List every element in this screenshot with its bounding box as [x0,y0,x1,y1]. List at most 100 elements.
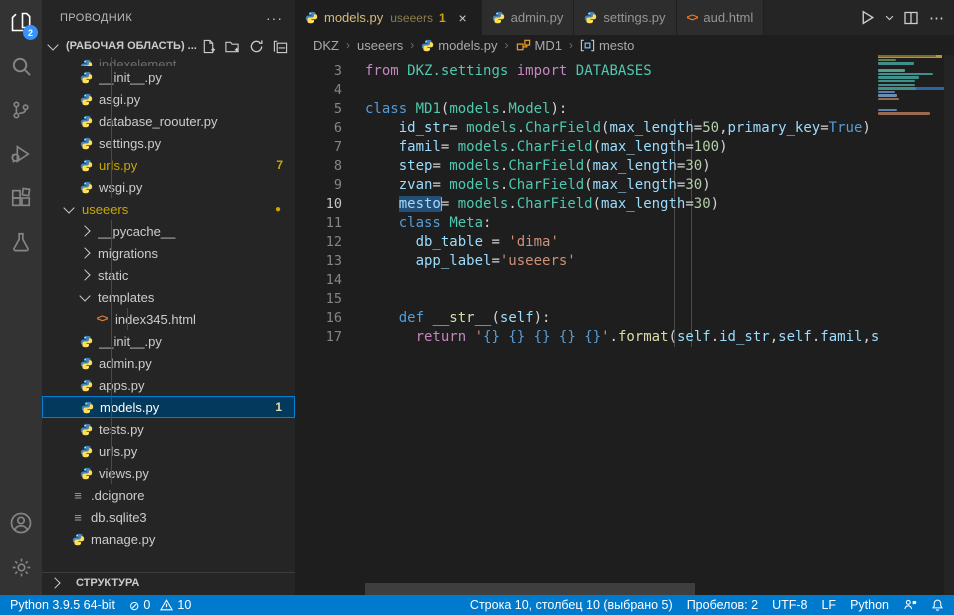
tab-admin-py[interactable]: admin.py [482,0,575,35]
run-dropdown-chevron-icon [884,12,895,23]
status-eol[interactable]: LF [821,598,836,612]
tree-item-settings-py[interactable]: settings.py [42,132,295,154]
tree-item-manage-py[interactable]: manage.py [42,528,295,550]
status-indentation[interactable]: Пробелов: 2 [687,598,758,612]
tab-settings-py[interactable]: settings.py [574,0,676,35]
line-number: 15 [295,290,342,309]
horizontal-scrollbar[interactable] [365,583,695,595]
new-file-icon [201,39,216,54]
activity-testing[interactable] [0,220,42,264]
code-text: app_label='useeers' [365,252,576,271]
status-python-interpreter[interactable]: Python 3.9.5 64-bit [10,598,115,612]
status-encoding[interactable]: UTF-8 [772,598,807,612]
activity-account[interactable] [0,501,42,545]
activity-extensions[interactable] [0,176,42,220]
code-line-11[interactable]: 11 class Meta: [295,214,879,233]
code-line-6[interactable]: 6 id_str= models.CharField(max_length=50… [295,119,879,138]
code-line-8[interactable]: 8 step= models.CharField(max_length=30) [295,157,879,176]
code-line-12[interactable]: 12 db_table = 'dima' [295,233,879,252]
collapse-all-button[interactable] [271,37,289,55]
extensions-icon [10,187,32,209]
status-cursor-position[interactable]: Строка 10, столбец 10 (выбрано 5) [470,598,673,612]
code-editor[interactable]: 3from DKZ.settings import DATABASES45cla… [295,55,954,595]
activity-source-control[interactable] [0,88,42,132]
status-bar: Python 3.9.5 64-bit ⊘010 Строка 10, столб… [0,595,954,615]
activity-settings-gear[interactable] [0,545,42,589]
activity-run-debug[interactable] [0,132,42,176]
tree-folder-templates[interactable]: templates [42,286,295,308]
code-line-17[interactable]: 17 return '{} {} {} {} {}'.format(self.i… [295,328,879,347]
breadcrumb-item-md1[interactable]: MD1 [516,38,562,53]
account-icon [9,511,33,535]
tree-item-views-py[interactable]: views.py [42,462,295,484]
tree-item-urls-py[interactable]: urls.py [42,440,295,462]
tree-item-urls-py[interactable]: urls.py7 [42,154,295,176]
new-file-button[interactable] [199,37,217,55]
tree-item-db-sqlite3[interactable]: ≡db.sqlite3 [42,506,295,528]
python-icon [80,423,93,436]
split-editor-button[interactable] [900,6,922,30]
refresh-button[interactable] [247,37,265,55]
minimap[interactable] [878,55,944,595]
code-line-13[interactable]: 13 app_label='useeers' [295,252,879,271]
status-notifications[interactable] [931,598,944,612]
tree-item-asgi-py[interactable]: asgi.py [42,88,295,110]
tree-folder-static[interactable]: static [42,264,295,286]
tab-aud-html[interactable]: <>aud.html [677,0,765,35]
breadcrumb-separator-icon: › [569,38,573,52]
tree-item-label: __init__.py [99,70,295,85]
more-actions-button[interactable]: ⋯ [926,6,948,30]
tree-item--init-py[interactable]: __init__.py [42,330,295,352]
run-dropdown-chevron-button[interactable] [882,6,896,30]
outline-section-header[interactable]: СТРУКТУРА [42,572,295,593]
explorer-badge: 2 [23,25,38,40]
code-line-16[interactable]: 16 def __str__(self): [295,309,879,328]
tab-models-py[interactable]: models.pyuseeers1× [295,0,482,35]
new-folder-button[interactable] [223,37,241,55]
tree-item-indexelement[interactable]: indexelement [42,57,295,66]
tree-folder--pycache-[interactable]: __pycache__ [42,220,295,242]
tree-item-apps-py[interactable]: apps.py [42,374,295,396]
class-icon [516,38,531,53]
bell-icon [931,598,944,612]
code-line-15[interactable]: 15 [295,290,879,309]
breadcrumb-item-models-py[interactable]: models.py [421,38,497,53]
tree-item-wsgi-py[interactable]: wsgi.py [42,176,295,198]
warning-icon [160,599,173,611]
activity-search[interactable] [0,44,42,88]
status-problems[interactable]: ⊘010 [129,598,191,613]
breadcrumb-label: models.py [438,38,497,53]
status-feedback[interactable] [903,598,917,612]
code-line-7[interactable]: 7 famil= models.CharField(max_length=100… [295,138,879,157]
breadcrumb-item-dkz[interactable]: DKZ [313,38,339,53]
tree-item-tests-py[interactable]: tests.py [42,418,295,440]
breadcrumb-item-useeers[interactable]: useeers [357,38,403,53]
python-icon [584,11,597,24]
tree-folder-useeers[interactable]: useeers● [42,198,295,220]
status-language-mode[interactable]: Python [850,598,889,612]
problems-count-badge: 7 [276,158,283,172]
tree-item-index345-html[interactable]: <>index345.html [42,308,295,330]
run-python-file-button[interactable] [856,6,878,30]
status-label: Пробелов: 2 [687,598,758,612]
breadcrumb-label: mesto [599,38,634,53]
breadcrumb: DKZ›useeers›models.py›MD1›mesto [295,35,954,55]
tree-item-database-roouter-py[interactable]: database_roouter.py [42,110,295,132]
activity-explorer[interactable]: 2 [0,0,42,44]
code-line-14[interactable]: 14 [295,271,879,290]
code-line-9[interactable]: 9 zvan= models.CharField(max_length=30) [295,176,879,195]
code-line-5[interactable]: 5class MD1(models.Model): [295,100,879,119]
code-line-4[interactable]: 4 [295,81,879,100]
code-line-10[interactable]: 10 mesto= models.CharField(max_length=30… [295,195,879,214]
tree-item--init-py[interactable]: __init__.py [42,66,295,88]
tree-item-admin-py[interactable]: admin.py [42,352,295,374]
code-line-3[interactable]: 3from DKZ.settings import DATABASES [295,62,879,81]
close-icon[interactable]: × [455,10,471,26]
tree-item-label: wsgi.py [99,180,295,195]
breadcrumb-item-mesto[interactable]: mesto [580,38,634,53]
workspace-section-header[interactable]: (РАБОЧАЯ ОБЛАСТЬ) ... [42,35,295,57]
tree-item-models-py[interactable]: models.py1 [42,396,295,418]
explorer-more-actions-icon[interactable]: ··· [266,10,283,26]
tree-item--dcignore[interactable]: ≡.dcignore [42,484,295,506]
tree-folder-migrations[interactable]: migrations [42,242,295,264]
